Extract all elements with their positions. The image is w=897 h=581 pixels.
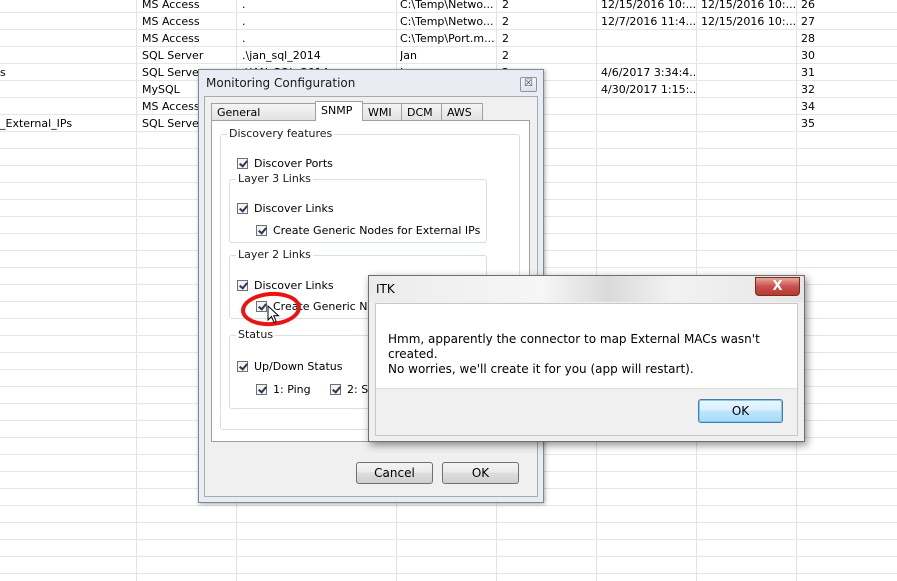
- layer3-generic-nodes-checkbox[interactable]: Create Generic Nodes for External IPs: [256, 224, 480, 238]
- dialog-titlebar: ITK X: [369, 276, 804, 302]
- row-divider: [0, 505, 897, 506]
- snmp-checkbox[interactable]: 2: S: [330, 383, 368, 397]
- table-cell: [0, 98, 134, 115]
- table-cell: C:\Temp\Port.m...: [400, 32, 494, 45]
- table-cell: [701, 64, 795, 81]
- table-cell: .: [242, 15, 246, 28]
- window-title: Monitoring Configuration: [206, 76, 356, 90]
- table-cell: s: [0, 66, 6, 79]
- row-divider: [0, 539, 897, 540]
- tab-wmi[interactable]: WMI: [362, 103, 402, 120]
- table-cell: [701, 98, 795, 115]
- table-cell: 2: [502, 0, 509, 11]
- dialog-title: ITK: [376, 282, 395, 296]
- table-cell: MS Access: [142, 0, 200, 11]
- checked-icon: [237, 280, 248, 291]
- table-cell: C:\Temp\Netwo...: [400, 15, 494, 28]
- close-icon[interactable]: ☒: [520, 77, 537, 92]
- checked-icon: [330, 384, 341, 395]
- tab-general-parameters[interactable]: General Parameters: [211, 103, 317, 136]
- table-cell: 12/15/2016 10:...: [701, 0, 795, 11]
- updown-status-checkbox[interactable]: Up/Down Status: [237, 360, 342, 374]
- table-cell: 34: [801, 100, 815, 113]
- dialog-footer: OK: [376, 388, 797, 435]
- column-divider: [136, 0, 137, 581]
- layer3-discover-links-checkbox[interactable]: Discover Links: [237, 202, 334, 216]
- row-divider: [0, 556, 897, 557]
- table-cell: [0, 81, 134, 98]
- table-cell: 35: [801, 117, 815, 130]
- ping-checkbox[interactable]: 1: Ping: [256, 383, 311, 397]
- table-cell: [0, 47, 134, 64]
- group-label: Layer 2 Links: [236, 248, 313, 261]
- row-divider: [0, 522, 897, 523]
- table-cell: 12/15/2016 10:...: [701, 15, 795, 28]
- checked-icon: [237, 203, 248, 214]
- tab-dcm[interactable]: DCM: [401, 103, 442, 120]
- table-cell: 12/7/2016 11:4...: [601, 15, 695, 28]
- close-icon[interactable]: X: [755, 277, 800, 296]
- table-cell: [0, 13, 134, 30]
- tab-aws[interactable]: AWS: [441, 103, 483, 120]
- table-cell: [0, 0, 134, 13]
- table-cell: _External_IPs: [0, 117, 73, 130]
- table-cell: 2: [502, 49, 509, 62]
- table-cell: .: [242, 0, 246, 11]
- layer2-discover-links-checkbox[interactable]: Discover Links: [237, 279, 334, 293]
- table-cell: [601, 47, 695, 64]
- table-cell: [701, 115, 795, 132]
- ok-button[interactable]: OK: [698, 399, 783, 423]
- dialog-message: Hmm, apparently the connector to map Ext…: [388, 332, 797, 377]
- table-cell: 2: [502, 15, 509, 28]
- checked-icon: [237, 361, 248, 372]
- table-cell: 26: [801, 0, 815, 11]
- mouse-cursor-icon: [267, 305, 280, 324]
- table-cell: 31: [801, 66, 815, 79]
- table-cell: [701, 47, 795, 64]
- group-label: Layer 3 Links: [236, 172, 313, 185]
- table-cell: [601, 30, 695, 47]
- table-cell: 4/30/2017 1:15:...: [601, 83, 695, 96]
- itk-dialog: ITK X Hmm, apparently the connector to m…: [368, 275, 805, 442]
- table-cell: 2: [502, 32, 509, 45]
- table-cell: [0, 30, 134, 47]
- table-cell: SQL Server: [142, 49, 204, 62]
- message-line-2: No worries, we'll create it for you (app…: [388, 362, 694, 376]
- table-cell: MS Access: [142, 15, 200, 28]
- table-cell: [601, 115, 695, 132]
- ok-button[interactable]: OK: [442, 462, 519, 484]
- table-cell: [701, 81, 795, 98]
- table-cell: 4/6/2017 3:34:4...: [601, 66, 695, 79]
- table-cell: [601, 98, 695, 115]
- table-cell: .: [242, 32, 246, 45]
- message-line-1: Hmm, apparently the connector to map Ext…: [388, 332, 760, 361]
- table-cell: C:\Temp\Netwo...: [400, 0, 494, 11]
- table-cell: .\jan_sql_2014: [242, 49, 321, 62]
- table-cell: [701, 30, 795, 47]
- checked-icon: [256, 384, 267, 395]
- table-cell: Jan: [400, 49, 417, 62]
- table-cell: MS Access: [142, 32, 200, 45]
- table-cell: 27: [801, 15, 815, 28]
- table-cell: 28: [801, 32, 815, 45]
- dialog-body: Hmm, apparently the connector to map Ext…: [375, 303, 798, 436]
- table-cell: 12/15/2016 10:...: [601, 0, 695, 11]
- group-label: Status: [236, 328, 276, 341]
- tab-snmp[interactable]: SNMP: [315, 101, 363, 121]
- checked-icon: [256, 225, 267, 236]
- table-cell: 30: [801, 49, 815, 62]
- group-label: Discovery features: [227, 127, 335, 140]
- cancel-button[interactable]: Cancel: [356, 462, 433, 484]
- row-divider: [0, 573, 897, 574]
- checked-icon: [237, 158, 248, 169]
- table-cell: 32: [801, 83, 815, 96]
- discover-ports-checkbox[interactable]: Discover Ports: [237, 157, 333, 171]
